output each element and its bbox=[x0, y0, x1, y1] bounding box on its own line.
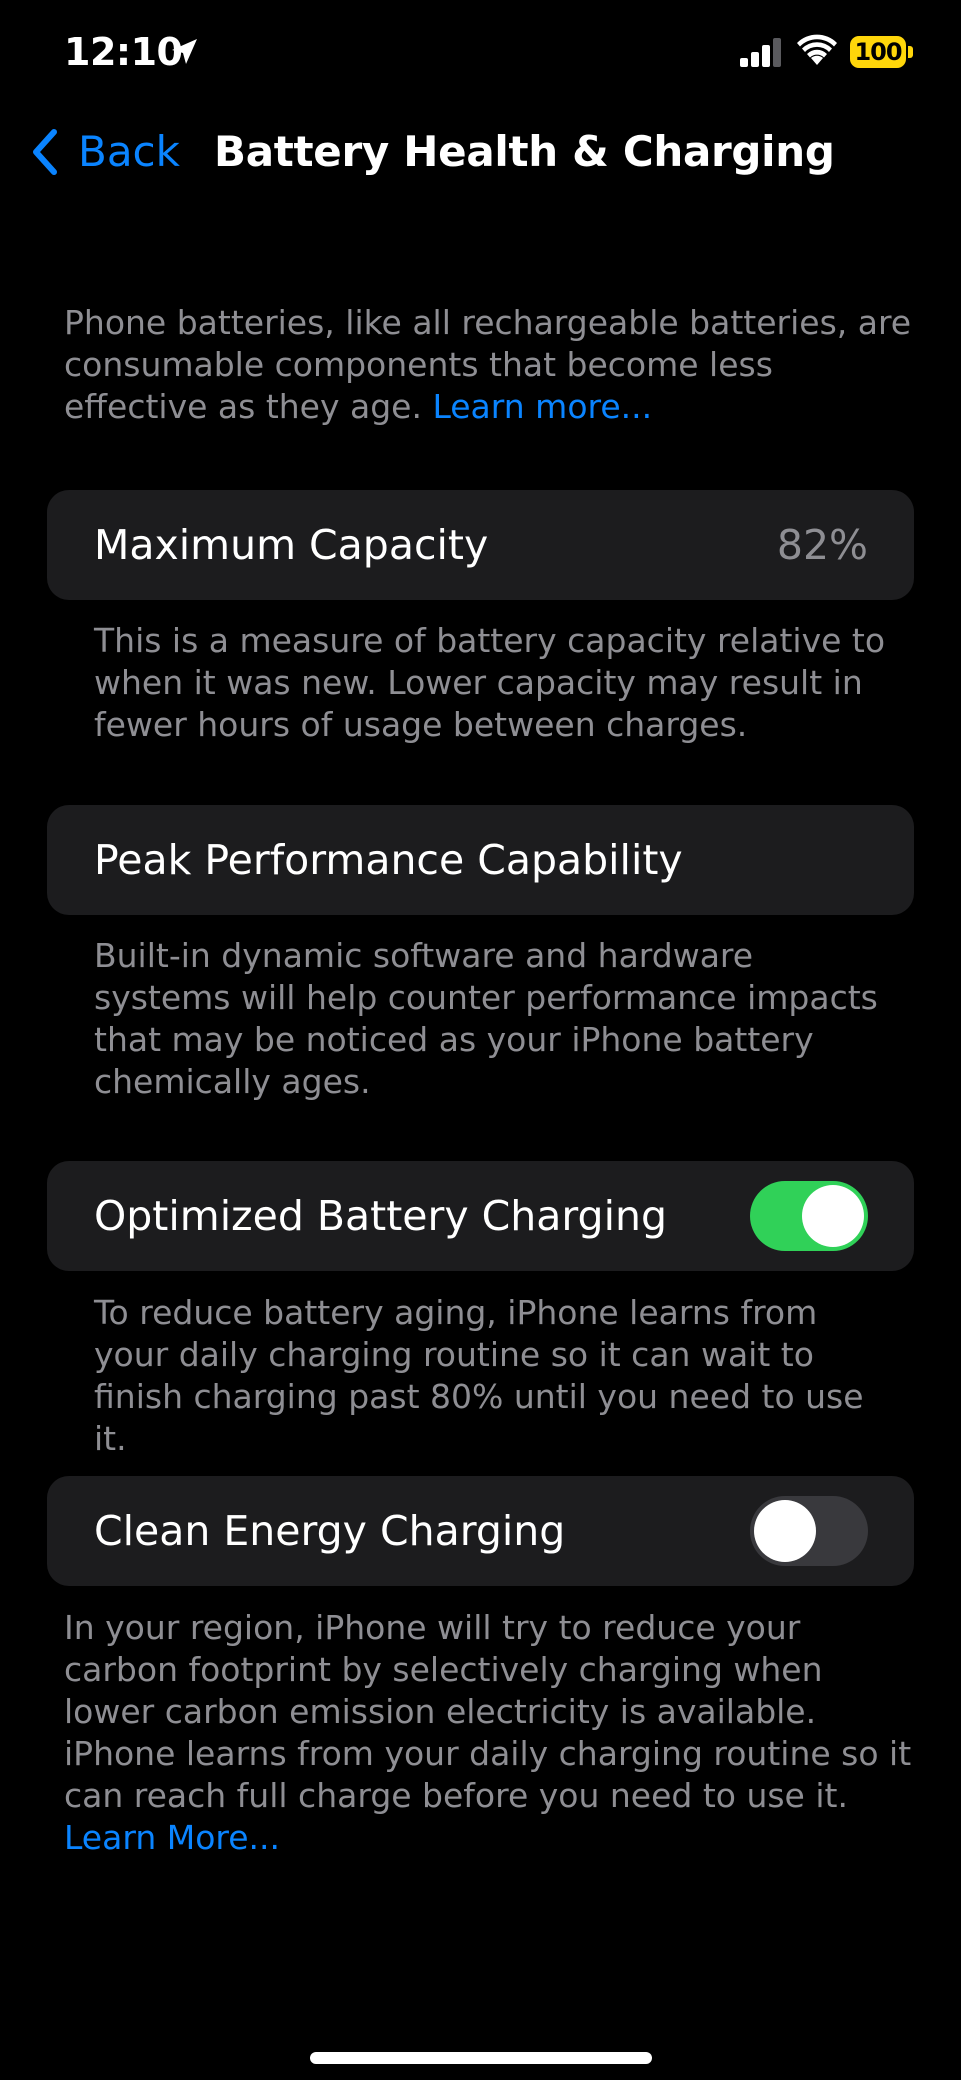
home-indicator[interactable] bbox=[310, 2052, 652, 2064]
maximum-capacity-value: 82% bbox=[776, 521, 868, 569]
battery-level: 100 bbox=[850, 36, 906, 68]
clean-energy-toggle[interactable] bbox=[750, 1496, 868, 1566]
cellular-signal-icon bbox=[740, 38, 781, 67]
clean-energy-row: Clean Energy Charging bbox=[47, 1476, 914, 1586]
status-bar: 12:10 100 bbox=[0, 0, 961, 110]
wifi-icon bbox=[797, 34, 837, 65]
clean-energy-footer: In your region, iPhone will try to reduc… bbox=[64, 1607, 914, 1859]
location-arrow-icon bbox=[172, 39, 197, 64]
optimized-charging-toggle[interactable] bbox=[750, 1181, 868, 1251]
back-label: Back bbox=[78, 127, 180, 176]
toggle-knob bbox=[802, 1185, 864, 1247]
chevron-left-icon bbox=[33, 129, 57, 175]
back-button[interactable]: Back bbox=[28, 122, 180, 182]
clean-energy-footer-text: In your region, iPhone will try to reduc… bbox=[64, 1608, 912, 1815]
learn-more-link[interactable]: Learn more... bbox=[432, 387, 652, 426]
optimized-charging-footer: To reduce battery aging, iPhone learns f… bbox=[94, 1293, 864, 1458]
maximum-capacity-label: Maximum Capacity bbox=[94, 521, 489, 569]
maximum-capacity-row: Maximum Capacity 82% bbox=[47, 490, 914, 600]
navigation-bar: Back Battery Health & Charging bbox=[0, 110, 961, 200]
learn-more-link[interactable]: Learn More... bbox=[64, 1818, 280, 1857]
battery-icon: 100 bbox=[850, 36, 914, 68]
battery-cap bbox=[908, 46, 913, 58]
peak-performance-label: Peak Performance Capability bbox=[94, 836, 683, 884]
maximum-capacity-footer: This is a measure of battery capacity re… bbox=[94, 621, 886, 744]
optimized-charging-row: Optimized Battery Charging bbox=[47, 1161, 914, 1271]
intro-description: Phone batteries, like all rechargeable b… bbox=[64, 302, 914, 428]
peak-performance-footer: Built-in dynamic software and hardware s… bbox=[94, 936, 878, 1101]
toggle-knob bbox=[754, 1500, 816, 1562]
clean-energy-label: Clean Energy Charging bbox=[94, 1507, 566, 1555]
peak-performance-row: Peak Performance Capability bbox=[47, 805, 914, 915]
optimized-charging-label: Optimized Battery Charging bbox=[94, 1192, 667, 1240]
status-time: 12:10 bbox=[64, 30, 183, 74]
page-title: Battery Health & Charging bbox=[214, 127, 835, 176]
